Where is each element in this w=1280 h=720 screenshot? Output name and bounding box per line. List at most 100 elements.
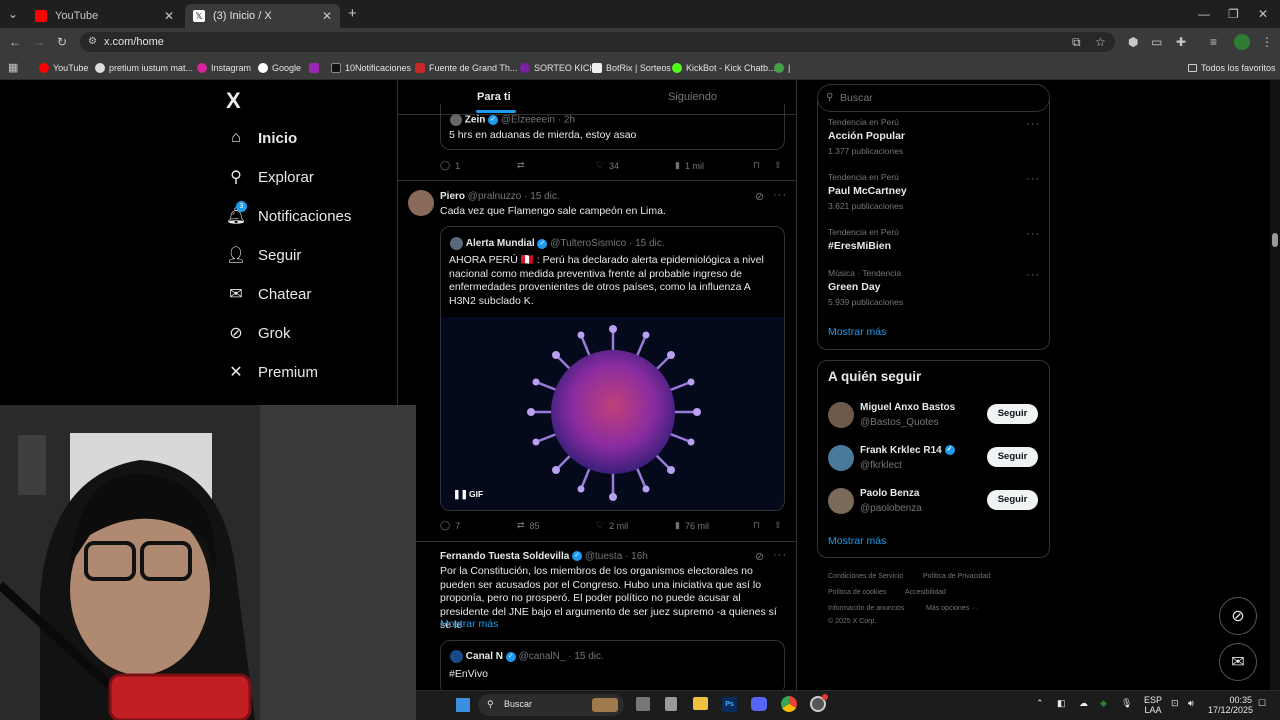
- tray-icon[interactable]: ◆: [1100, 698, 1107, 709]
- grok-icon[interactable]: ⊘: [755, 550, 764, 563]
- follow-button[interactable]: Seguir: [987, 447, 1038, 467]
- media-gif[interactable]: ❚❚ GIF: [441, 317, 784, 510]
- address-bar[interactable]: ⚙ x.com/home: [80, 32, 1115, 52]
- grok-fab[interactable]: ⊘: [1219, 597, 1257, 635]
- close-icon[interactable]: ✕: [164, 9, 174, 23]
- forward-icon[interactable]: →: [33, 32, 45, 52]
- close-icon[interactable]: ✕: [322, 9, 332, 23]
- footer-link[interactable]: Política de Privacidad: [923, 573, 990, 580]
- author-name[interactable]: Piero: [440, 191, 465, 202]
- show-more-follow[interactable]: Mostrar más: [828, 535, 886, 547]
- chrome-icon[interactable]: [781, 696, 797, 712]
- retweet-button[interactable]: ⇄: [517, 160, 525, 171]
- bookmark-google[interactable]: Google: [258, 60, 301, 76]
- scrollbar-thumb[interactable]: [1272, 233, 1278, 247]
- nav-chatear[interactable]: ✉ Chatear: [226, 280, 311, 308]
- reply-button[interactable]: ◯ 1: [440, 160, 460, 171]
- bookmark-star-icon[interactable]: ☆: [1095, 32, 1106, 52]
- media-control-icon[interactable]: ≡: [1210, 32, 1217, 52]
- reload-icon[interactable]: ↻: [57, 32, 67, 52]
- file-explorer-icon[interactable]: [693, 697, 708, 710]
- like-button[interactable]: ♡ 34: [596, 160, 619, 171]
- all-bookmarks[interactable]: Todos los favoritos: [1188, 60, 1276, 76]
- apps-grid-icon[interactable]: ▦: [8, 58, 18, 78]
- follow-suggestion[interactable]: Frank Krklec R14 ✓ @fkrklect Seguir: [828, 444, 1040, 474]
- nav-inicio[interactable]: ⌂ Inicio: [226, 124, 297, 152]
- trend-item[interactable]: Música · Tendencia Green Day 5.939 publi…: [828, 268, 903, 307]
- microphone-icon[interactable]: 🎙︎: [1121, 698, 1132, 709]
- tab-siguiendo[interactable]: Siguiendo: [668, 91, 717, 103]
- tray-icon[interactable]: ◧: [1057, 698, 1066, 709]
- nav-notificaciones[interactable]: 🔔︎ 3 Notificaciones: [226, 201, 351, 230]
- footer-link[interactable]: Información de anuncios: [828, 605, 904, 612]
- footer-link[interactable]: Más opciones ···: [926, 605, 978, 612]
- minimize-icon[interactable]: —: [1198, 4, 1210, 24]
- tab-x-home[interactable]: 𝕏 (3) Inicio / X ✕: [185, 4, 340, 28]
- nav-explorar[interactable]: ⚲ Explorar: [226, 163, 314, 191]
- notification-center-icon[interactable]: ☐: [1258, 698, 1266, 709]
- menu-kebab-icon[interactable]: ⋮: [1261, 32, 1273, 52]
- follow-button[interactable]: Seguir: [987, 490, 1038, 510]
- bookmark-sorteo-kick[interactable]: SORTEO KICK: [520, 60, 595, 76]
- author-name[interactable]: Fernando Tuesta Soldevilla: [440, 551, 569, 562]
- bookmark-10[interactable]: |: [774, 60, 790, 76]
- trend-item[interactable]: Tendencia en Perú Paul McCartney 3.621 p…: [828, 172, 907, 211]
- volume-icon[interactable]: 🔊︎: [1188, 698, 1194, 709]
- nav-seguir[interactable]: 👤︎ Seguir: [226, 241, 302, 269]
- follow-suggestion[interactable]: Paolo Benza @paolobenza Seguir: [828, 487, 1040, 517]
- tweet-time[interactable]: 16h: [631, 551, 648, 562]
- maximize-icon[interactable]: ❐: [1228, 4, 1239, 24]
- chevron-up-icon[interactable]: ⌃: [1036, 698, 1044, 709]
- onedrive-icon[interactable]: ☁: [1079, 698, 1088, 709]
- author-handle[interactable]: @tuesta: [585, 551, 622, 562]
- author-handle[interactable]: @pralnuzzo: [468, 191, 522, 202]
- pause-icon[interactable]: ❚❚: [453, 489, 468, 500]
- extension-icon[interactable]: ▭: [1151, 32, 1162, 52]
- network-icon[interactable]: ⊡: [1171, 698, 1179, 709]
- messages-fab[interactable]: ✉: [1219, 643, 1257, 681]
- bookmark-button[interactable]: ⊓: [753, 160, 760, 171]
- trend-item[interactable]: Tendencia en Perú Acción Popular 1.377 p…: [828, 117, 905, 156]
- reply-button[interactable]: ◯ 7: [440, 520, 460, 531]
- trend-item[interactable]: Tendencia en Perú #EresMiBien: [828, 227, 899, 252]
- share-button[interactable]: ⇪: [774, 520, 782, 531]
- install-app-icon[interactable]: ⧉: [1072, 32, 1081, 52]
- bookmark-gta[interactable]: Fuente de Grand Th...: [415, 60, 517, 76]
- more-options-icon[interactable]: ···: [1026, 269, 1040, 281]
- bookmark-botrix[interactable]: BotRix | Sorteos: [592, 60, 671, 76]
- scrollbar-track[interactable]: [1270, 80, 1280, 690]
- bookmark-button[interactable]: ⊓: [753, 520, 760, 531]
- window-close-icon[interactable]: ✕: [1258, 4, 1268, 24]
- tab-search-icon[interactable]: ⌄: [8, 4, 18, 24]
- profile-avatar[interactable]: [1234, 34, 1250, 50]
- footer-link[interactable]: Condiciones de Servicio: [828, 573, 903, 580]
- footer-link[interactable]: Accesibilidad: [905, 589, 946, 596]
- nav-grok[interactable]: ⊘ Grok: [226, 319, 290, 347]
- clock[interactable]: 00:35 17/12/2025: [1208, 695, 1253, 715]
- retweet-button[interactable]: ⇄ 85: [517, 520, 540, 531]
- bookmark-pretium[interactable]: pretium iustum mat...: [95, 60, 193, 76]
- more-options-icon[interactable]: ···: [1026, 228, 1040, 240]
- show-more-link[interactable]: Mostrar más: [440, 618, 498, 630]
- x-logo[interactable]: X: [226, 88, 241, 114]
- bookmark-youtube[interactable]: YouTube: [39, 60, 88, 76]
- new-tab-icon[interactable]: +: [348, 4, 357, 24]
- quote-box[interactable]: Alerta Mundial ✓ @TulteroSismico · 15 di…: [440, 226, 785, 511]
- grok-icon[interactable]: ⊘: [755, 190, 764, 203]
- extension-icon[interactable]: ⬢: [1128, 32, 1138, 52]
- bookmark-instagram[interactable]: Instagram: [197, 60, 251, 76]
- show-more-trends[interactable]: Mostrar más: [828, 326, 886, 338]
- extensions-puzzle-icon[interactable]: ✚: [1176, 32, 1186, 52]
- tab-youtube[interactable]: YouTube ✕: [27, 4, 182, 28]
- windows-start-icon[interactable]: [456, 698, 470, 712]
- quote-box[interactable]: [440, 104, 785, 150]
- discord-icon[interactable]: [751, 697, 767, 711]
- site-info-icon[interactable]: ⚙: [88, 32, 97, 52]
- bookmark-kickbot[interactable]: KickBot - Kick Chatb...: [672, 60, 776, 76]
- footer-link[interactable]: Política de cookies: [828, 589, 886, 596]
- bookmark-gem[interactable]: [309, 60, 323, 76]
- nav-premium[interactable]: ✕ Premium: [226, 358, 318, 386]
- more-options-icon[interactable]: ···: [773, 189, 787, 201]
- tab-para-ti[interactable]: Para ti: [477, 91, 511, 103]
- more-options-icon[interactable]: ···: [1026, 173, 1040, 185]
